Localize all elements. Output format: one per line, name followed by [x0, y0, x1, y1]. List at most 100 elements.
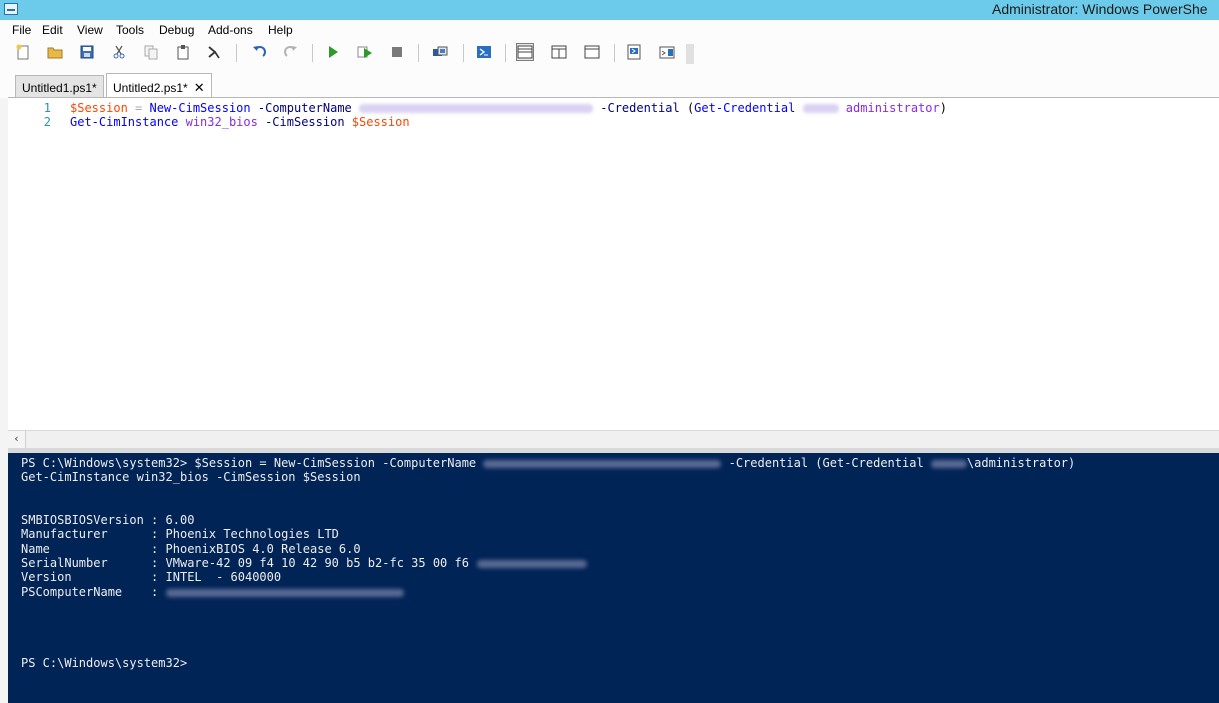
tab-label: Untitled2.ps1*	[113, 81, 188, 95]
console-property-row: Manufacturer : Phoenix Technologies LTD	[21, 527, 339, 541]
menu-help[interactable]: Help	[268, 23, 293, 37]
script-tab-strip: Untitled1.ps1* Untitled2.ps1* ✕	[0, 66, 1219, 98]
property-name: SMBIOSBIOSVersion	[21, 513, 144, 527]
console-line: PS C:\Windows\system32> $Session = New-C…	[21, 456, 1075, 470]
tab-untitled2[interactable]: Untitled2.ps1* ✕	[106, 73, 212, 98]
menu-bar: File Edit View Tools Debug Add-ons Help	[0, 20, 1219, 40]
property-separator: :	[143, 527, 166, 541]
show-script-top-icon[interactable]	[516, 43, 534, 61]
paste-icon[interactable]	[174, 43, 192, 61]
toolbar-separator	[418, 44, 419, 62]
toolbar-overflow[interactable]	[686, 44, 694, 64]
console-property-row: PSComputerName :	[21, 585, 404, 599]
toolbar-separator	[614, 44, 615, 62]
property-value: 6.00	[165, 513, 195, 527]
property-name: Manufacturer	[21, 527, 144, 541]
property-name: SerialNumber	[21, 556, 144, 570]
run-selection-icon[interactable]	[356, 43, 374, 61]
toolbar-separator	[312, 44, 313, 62]
code-token: -Credential	[593, 101, 687, 115]
script-editor[interactable]: 1 $Session = New-CimSession -ComputerNam…	[8, 98, 1219, 430]
toolbar	[0, 40, 1219, 66]
tab-untitled1[interactable]: Untitled1.ps1*	[15, 75, 104, 97]
menu-debug[interactable]: Debug	[159, 23, 194, 37]
window-title: Administrator: Windows PowerShe	[992, 1, 1208, 17]
menu-file[interactable]: File	[12, 23, 31, 37]
console-text: PS C:\Windows\system32> $Session = New-C…	[21, 456, 484, 470]
console-property-row: SMBIOSBIOSVersion : 6.00	[21, 513, 194, 527]
code-token: $Session	[70, 101, 128, 115]
new-script-icon[interactable]	[14, 43, 32, 61]
code-token: -CimSession	[257, 115, 352, 129]
redo-icon[interactable]	[282, 43, 300, 61]
menu-add-ons[interactable]: Add-ons	[208, 23, 253, 37]
code-token: administrator	[845, 101, 940, 115]
left-frame	[0, 98, 8, 703]
line-number: 1	[43, 101, 51, 115]
redacted-computer-name	[483, 459, 722, 468]
menu-tools[interactable]: Tools	[116, 23, 144, 37]
cut-icon[interactable]	[110, 43, 128, 61]
title-bar: Administrator: Windows PowerShe	[0, 0, 1219, 20]
property-separator: :	[143, 570, 166, 584]
undo-icon[interactable]	[250, 43, 268, 61]
code-line[interactable]: $Session = New-CimSession -ComputerName …	[70, 101, 947, 115]
code-token: =	[127, 101, 150, 115]
scroll-left-icon[interactable]: ‹	[8, 431, 26, 448]
property-name: Name	[21, 542, 144, 556]
property-separator: :	[143, 585, 166, 599]
redacted-serial	[476, 559, 587, 568]
code-token: )	[939, 101, 947, 115]
menu-view[interactable]: View	[77, 23, 103, 37]
redacted-domain	[802, 104, 839, 113]
run-script-icon[interactable]	[324, 43, 342, 61]
console-line: Get-CimInstance win32_bios -CimSession $…	[21, 470, 361, 484]
show-script-maximized-icon[interactable]	[583, 43, 601, 61]
redacted-computer-name	[359, 104, 594, 113]
code-token: -ComputerName	[250, 101, 360, 115]
code-token: $Session	[351, 115, 410, 129]
console-property-row: SerialNumber : VMware-42 09 f4 10 42 90 …	[21, 556, 587, 570]
toolbar-separator	[236, 44, 237, 62]
console-text: -Credential (Get-Credential	[721, 456, 931, 470]
property-separator: :	[143, 556, 166, 570]
powershell-ise-app-icon[interactable]	[4, 3, 18, 15]
remote-powershell-icon[interactable]	[431, 43, 449, 61]
redacted-computer-name	[165, 588, 404, 597]
property-value: VMware-42 09 f4 10 42 90 b5 b2-fc 35 00 …	[165, 556, 469, 570]
show-command-window-icon[interactable]	[626, 43, 644, 61]
copy-icon[interactable]	[142, 43, 160, 61]
toolbar-separator	[505, 44, 506, 62]
property-value: INTEL - 6040000	[165, 570, 282, 584]
console-prompt[interactable]: PS C:\Windows\system32>	[21, 656, 187, 670]
close-tab-icon[interactable]: ✕	[194, 80, 205, 95]
open-icon[interactable]	[46, 43, 64, 61]
tab-label: Untitled1.ps1*	[22, 81, 97, 95]
console-pane[interactable]: PS C:\Windows\system32> $Session = New-C…	[8, 453, 1219, 703]
redacted-domain	[930, 459, 967, 468]
show-script-right-icon[interactable]	[550, 43, 568, 61]
menu-edit[interactable]: Edit	[42, 23, 63, 37]
show-command-addon-icon[interactable]	[658, 43, 676, 61]
line-number: 2	[43, 115, 51, 129]
code-line[interactable]: Get-CimInstance win32_bios -CimSession $…	[70, 115, 410, 129]
console-text: \administrator)	[966, 456, 1076, 470]
code-token: Get-CimInstance	[70, 115, 179, 129]
toolbar-separator	[463, 44, 464, 62]
powershell-icon[interactable]	[475, 43, 493, 61]
property-name: Version	[21, 570, 144, 584]
save-icon[interactable]	[78, 43, 96, 61]
property-name: PSComputerName	[21, 585, 144, 599]
property-value: PhoenixBIOS 4.0 Release 6.0	[165, 542, 361, 556]
stop-icon[interactable]	[388, 43, 406, 61]
property-separator: :	[143, 513, 166, 527]
code-token: Get-Credential	[694, 101, 796, 115]
code-token: win32_bios	[178, 115, 258, 129]
console-icon[interactable]	[205, 43, 223, 61]
editor-horizontal-scrollbar[interactable]: ‹	[8, 430, 1219, 448]
console-property-row: Name : PhoenixBIOS 4.0 Release 6.0	[21, 542, 361, 556]
code-token: New-CimSession	[149, 101, 251, 115]
property-value: Phoenix Technologies LTD	[165, 527, 339, 541]
